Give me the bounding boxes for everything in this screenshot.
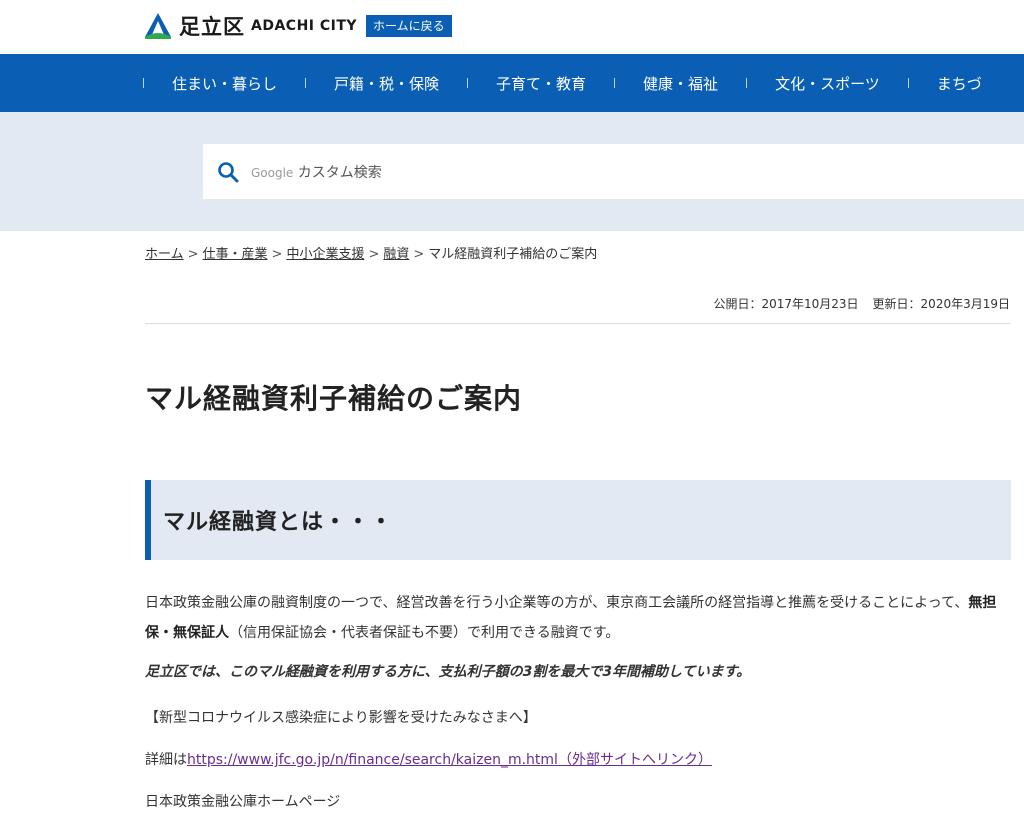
breadcrumb-current: マル経融資利子補給のご案内 bbox=[428, 247, 598, 262]
jfc-external-link[interactable]: https://www.jfc.go.jp/n/finance/search/k… bbox=[187, 752, 712, 768]
logo-japanese-text: 足立区 bbox=[179, 15, 245, 39]
detail-paragraph: 詳細はhttps://www.jfc.go.jp/n/finance/searc… bbox=[145, 752, 712, 768]
section-heading-box: マル経融資とは・・・ bbox=[145, 480, 1011, 560]
site-logo[interactable]: 足立区 ADACHI CITY bbox=[143, 11, 357, 41]
updated-date: 更新日：2020年3月19日 bbox=[872, 297, 1010, 311]
page-dates: 公開日：2017年10月23日 更新日：2020年3月19日 bbox=[699, 295, 1010, 312]
nav-item-health[interactable]: 健康・福祉 bbox=[615, 73, 746, 94]
breadcrumb-business[interactable]: 仕事・産業 bbox=[203, 247, 268, 262]
nav-item-family-register[interactable]: 戸籍・税・保険 bbox=[306, 73, 467, 94]
page-title: マル経融資利子補給のご案内 bbox=[145, 382, 523, 415]
divider bbox=[145, 323, 1010, 324]
breadcrumb-home[interactable]: ホーム bbox=[145, 247, 184, 262]
section-heading: マル経融資とは・・・ bbox=[163, 510, 394, 535]
site-header: 足立区 ADACHI CITY ホームに戻る bbox=[0, 0, 1024, 54]
search-input[interactable]: Google カスタム検索 bbox=[203, 144, 1024, 199]
breadcrumb-sme-support[interactable]: 中小企業支援 bbox=[286, 247, 364, 262]
nav-item-childcare[interactable]: 子育て・教育 bbox=[468, 73, 614, 94]
logo-english-text: ADACHI CITY bbox=[251, 18, 358, 34]
search-placeholder: Google カスタム検索 bbox=[251, 164, 382, 181]
intro-paragraph: 日本政策金融公庫の融資制度の一つで、経営改善を行う小企業等の方が、東京商工会議所… bbox=[145, 595, 997, 641]
global-nav: 住まい・暮らし 戸籍・税・保険 子育て・教育 健康・福祉 文化・スポーツ まちづ bbox=[0, 54, 1024, 112]
home-button[interactable]: ホームに戻る bbox=[366, 15, 452, 37]
search-icon[interactable] bbox=[217, 161, 239, 183]
breadcrumb-financing[interactable]: 融資 bbox=[383, 247, 409, 262]
emphasis-paragraph: 足立区では、このマル経融資を利用する方に、支払利子額の3割を最大で3年間補助して… bbox=[145, 664, 751, 680]
nav-item-living[interactable]: 住まい・暮らし bbox=[144, 73, 305, 94]
breadcrumb: ホーム > 仕事・産業 > 中小企業支援 > 融資 > マル経融資利子補給のご案内 bbox=[145, 247, 598, 262]
search-band: Google カスタム検索 bbox=[0, 112, 1024, 231]
jfc-homepage-label: 日本政策金融公庫ホームページ bbox=[145, 794, 341, 810]
published-date: 公開日：2017年10月23日 bbox=[713, 297, 859, 311]
nav-item-culture[interactable]: 文化・スポーツ bbox=[747, 73, 908, 94]
adachi-logo-icon bbox=[145, 13, 171, 39]
corona-notice: 【新型コロナウイルス感染症により影響を受けたみなさまへ】 bbox=[145, 710, 537, 726]
nav-item-town[interactable]: まちづ bbox=[909, 73, 1010, 94]
